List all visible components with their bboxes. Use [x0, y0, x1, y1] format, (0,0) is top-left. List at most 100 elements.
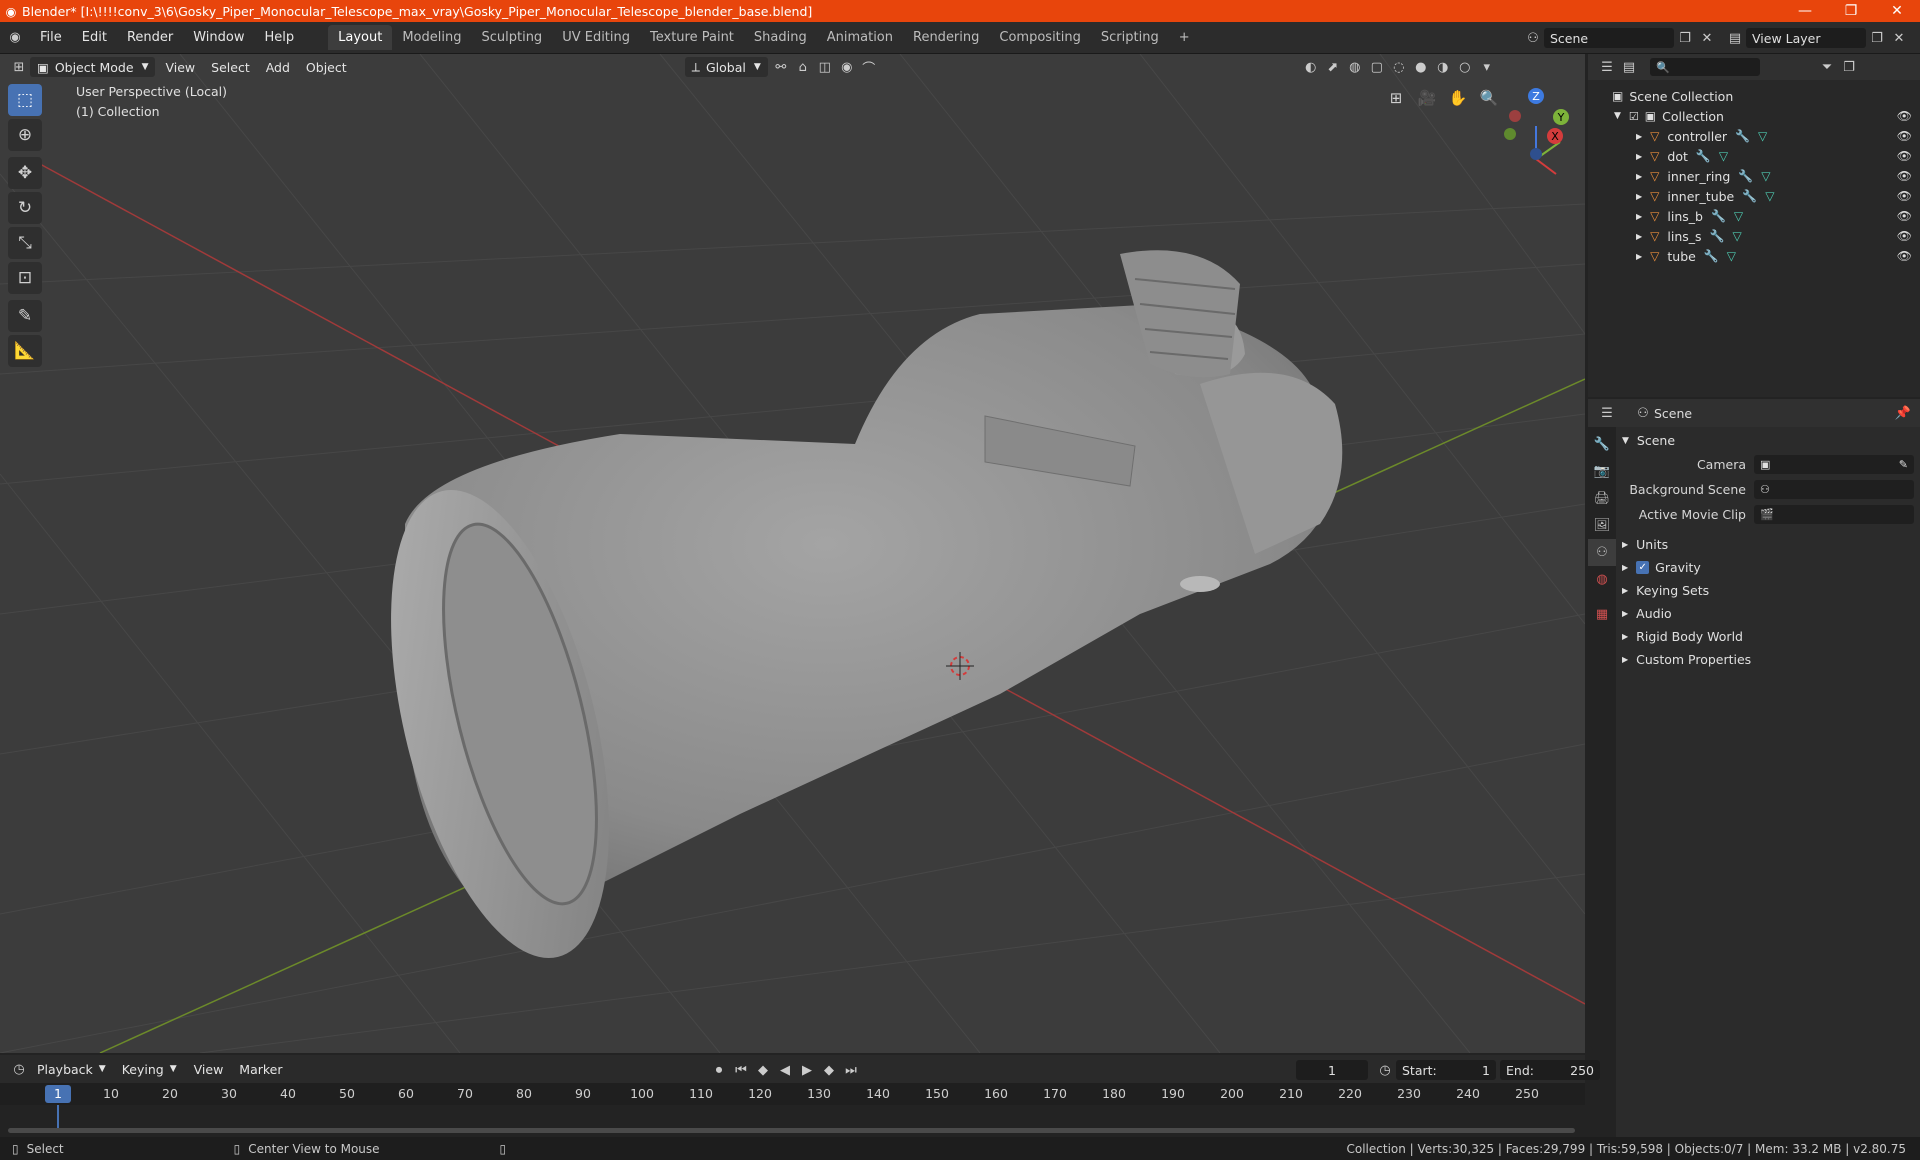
- tab-compositing[interactable]: Compositing: [989, 25, 1091, 50]
- snap-target-icon[interactable]: ◫: [814, 56, 836, 78]
- record-icon[interactable]: ⏺: [708, 1059, 730, 1081]
- output-tab-icon[interactable]: 🖨: [1588, 485, 1616, 512]
- blender-menu-icon[interactable]: ◉: [0, 27, 30, 49]
- background-scene-field[interactable]: ⚇: [1754, 480, 1914, 499]
- frame-ruler[interactable]: 1 10 20 30 40 50 60 70 80 90 100 110 120…: [0, 1083, 1585, 1105]
- menu-file[interactable]: File: [30, 30, 72, 45]
- expand-arrow-icon[interactable]: ▼: [1614, 111, 1621, 121]
- panel-custom-properties[interactable]: ▶ Custom Properties: [1622, 648, 1914, 671]
- shading-options-icon[interactable]: ▾: [1476, 56, 1498, 78]
- tab-animation[interactable]: Animation: [817, 25, 903, 50]
- start-frame-field[interactable]: Start: 1: [1396, 1060, 1496, 1080]
- tab-sculpting[interactable]: Sculpting: [471, 25, 552, 50]
- scene-collection-row[interactable]: ▣ Scene Collection: [1588, 86, 1920, 106]
- outliner-search-input[interactable]: 🔍: [1650, 58, 1760, 76]
- panel-gravity[interactable]: ▶ ✓ Gravity: [1622, 556, 1914, 579]
- measure-tool-icon[interactable]: 📐: [8, 335, 42, 367]
- falloff-icon[interactable]: ⌒: [858, 56, 880, 78]
- timeline-editor-icon[interactable]: ◷: [8, 1058, 30, 1080]
- viewlayer-selector[interactable]: View Layer: [1746, 28, 1866, 48]
- panel-rigid-body-world[interactable]: ▶ Rigid Body World: [1622, 625, 1914, 648]
- tab-rendering[interactable]: Rendering: [903, 25, 989, 50]
- menu-timeline-view[interactable]: View: [186, 1062, 232, 1077]
- play-reverse-icon[interactable]: ◀: [774, 1059, 796, 1081]
- eye-icon[interactable]: 👁: [1897, 149, 1912, 163]
- outliner-item-inner-tube[interactable]: ▶ ▽ inner_tube 🔧 ▽ 👁: [1588, 186, 1920, 206]
- view-layer-tab-icon[interactable]: 🖼: [1588, 512, 1616, 539]
- outliner-editor-icon[interactable]: ☰: [1596, 56, 1618, 78]
- shading-solid-icon[interactable]: ●: [1410, 56, 1432, 78]
- cursor-tool-icon[interactable]: ⊕: [8, 119, 42, 151]
- next-keyframe-icon[interactable]: ◆: [818, 1059, 840, 1081]
- orientation-selector[interactable]: ⟂ Global ▼: [684, 57, 768, 77]
- scale-tool-icon[interactable]: ⤡: [8, 227, 42, 259]
- menu-add[interactable]: Add: [258, 60, 298, 75]
- properties-editor-icon[interactable]: ☰: [1596, 402, 1618, 424]
- proportional-edit-icon[interactable]: ◉: [836, 56, 858, 78]
- perspective-toggle-icon[interactable]: ⊞: [1382, 84, 1410, 112]
- menu-edit[interactable]: Edit: [72, 30, 117, 45]
- editor-type-icon[interactable]: ⊞: [8, 56, 30, 78]
- overlay-icon[interactable]: ◍: [1344, 56, 1366, 78]
- delete-scene-icon[interactable]: ✕: [1696, 27, 1718, 49]
- tab-layout[interactable]: Layout: [328, 25, 393, 50]
- eye-icon[interactable]: 👁: [1897, 169, 1912, 183]
- annotate-tool-icon[interactable]: ✎: [8, 300, 42, 332]
- tab-modeling[interactable]: Modeling: [392, 25, 471, 50]
- camera-view-icon[interactable]: 🎥: [1413, 84, 1441, 112]
- minimize-button[interactable]: —: [1782, 0, 1828, 22]
- delete-viewlayer-icon[interactable]: ✕: [1888, 27, 1910, 49]
- menu-window[interactable]: Window: [183, 30, 254, 45]
- menu-playback[interactable]: Playback ▼: [30, 1059, 113, 1079]
- close-button[interactable]: ✕: [1874, 0, 1920, 22]
- jump-start-icon[interactable]: ⏮: [730, 1059, 752, 1081]
- pin-icon[interactable]: 📌: [1892, 402, 1914, 424]
- panel-scene-header[interactable]: ▼ Scene: [1622, 429, 1914, 452]
- xray-icon[interactable]: ▢: [1366, 56, 1388, 78]
- shading-wireframe-icon[interactable]: ◌: [1388, 56, 1410, 78]
- eye-icon[interactable]: 👁: [1897, 209, 1912, 223]
- timeline-track[interactable]: [0, 1105, 1585, 1137]
- tab-texture-paint[interactable]: Texture Paint: [640, 25, 744, 50]
- snap-icon[interactable]: ⌂: [792, 56, 814, 78]
- panel-units[interactable]: ▶ Units: [1622, 533, 1914, 556]
- tool-tab-icon[interactable]: 🔧: [1588, 431, 1616, 458]
- move-tool-icon[interactable]: ✥: [8, 157, 42, 189]
- filter-icon[interactable]: ⏷: [1816, 56, 1838, 78]
- menu-view[interactable]: View: [157, 60, 203, 75]
- panel-audio[interactable]: ▶ Audio: [1622, 602, 1914, 625]
- tab-uv-editing[interactable]: UV Editing: [552, 25, 640, 50]
- scene-icon[interactable]: ⚇: [1522, 27, 1544, 49]
- play-icon[interactable]: ▶: [796, 1059, 818, 1081]
- rotate-tool-icon[interactable]: ↻: [8, 192, 42, 224]
- checkbox-icon[interactable]: ☑: [1629, 110, 1639, 123]
- world-tab-icon[interactable]: ◍: [1588, 566, 1616, 593]
- mode-selector[interactable]: ▣ Object Mode ▼: [30, 57, 156, 77]
- viewlayer-icon[interactable]: ▤: [1724, 27, 1746, 49]
- shading-material-icon[interactable]: ◑: [1432, 56, 1454, 78]
- restore-button[interactable]: ❐: [1828, 0, 1874, 22]
- eye-icon[interactable]: 👁: [1897, 129, 1912, 143]
- timeline-scrollbar[interactable]: [8, 1128, 1575, 1133]
- render-tab-icon[interactable]: 📷: [1588, 458, 1616, 485]
- eye-icon[interactable]: 👁: [1897, 189, 1912, 203]
- expand-arrow-icon[interactable]: ▶: [1636, 252, 1642, 261]
- menu-keying[interactable]: Keying ▼: [115, 1059, 184, 1079]
- panel-keying-sets[interactable]: ▶ Keying Sets: [1622, 579, 1914, 602]
- transform-tool-icon[interactable]: ⊡: [8, 262, 42, 294]
- active-movie-clip-field[interactable]: 🎬: [1754, 505, 1914, 524]
- current-frame-marker[interactable]: 1: [45, 1085, 71, 1103]
- scene-tab-icon[interactable]: ⚇: [1588, 539, 1616, 566]
- outliner-item-lins-b[interactable]: ▶ ▽ lins_b 🔧 ▽ 👁: [1588, 206, 1920, 226]
- pan-view-icon[interactable]: ✋: [1444, 84, 1472, 112]
- display-mode-icon[interactable]: ▤: [1618, 56, 1640, 78]
- expand-arrow-icon[interactable]: ▶: [1636, 192, 1642, 201]
- menu-marker[interactable]: Marker: [231, 1062, 290, 1077]
- menu-render[interactable]: Render: [117, 30, 183, 45]
- new-viewlayer-icon[interactable]: ❐: [1866, 27, 1888, 49]
- eye-icon[interactable]: 👁: [1897, 249, 1912, 263]
- select-box-icon[interactable]: ⬚: [8, 84, 42, 116]
- add-workspace-button[interactable]: +: [1169, 25, 1200, 50]
- outliner-item-controller[interactable]: ▶ ▽ controller 🔧 ▽ 👁: [1588, 126, 1920, 146]
- tab-shading[interactable]: Shading: [744, 25, 817, 50]
